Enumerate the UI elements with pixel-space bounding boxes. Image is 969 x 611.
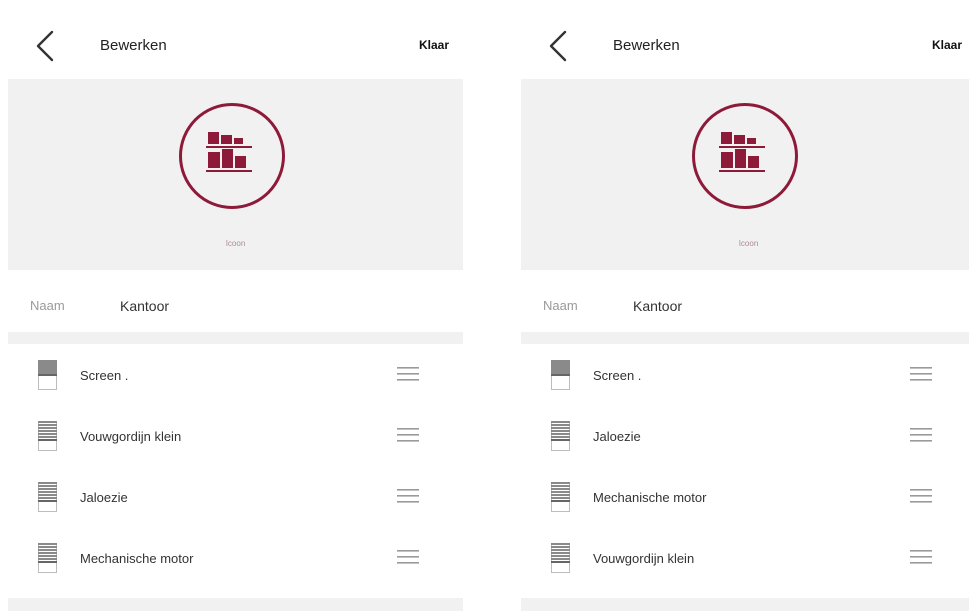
list-item-label: Jaloezie: [593, 429, 641, 444]
divider: [8, 332, 463, 344]
edit-room-panel: Bewerken Klaar Icoon Naam Kantoor Screen . Vou…: [8, 0, 463, 611]
drag-handle-icon[interactable]: [910, 366, 932, 382]
drag-handle-icon[interactable]: [910, 488, 932, 504]
drag-handle-icon[interactable]: [910, 549, 932, 565]
name-field[interactable]: Kantoor: [633, 298, 682, 314]
list-item-label: Screen .: [80, 368, 129, 383]
shelves-icon: [719, 132, 765, 172]
device-list: Screen . Vouwgordijn klein Jaloezie Mechani…: [8, 344, 463, 588]
list-item-label: Vouwgordijn klein: [80, 429, 182, 444]
bottom-strip: [521, 598, 969, 611]
page-title: Bewerken: [100, 37, 167, 54]
list-item-label: Jaloezie: [80, 490, 128, 505]
blind-shade-icon: [551, 421, 570, 451]
blind-shade-icon: [551, 543, 570, 573]
chevron-left-icon: [549, 30, 567, 62]
icon-caption: Icoon: [225, 239, 246, 248]
name-label: Naam: [543, 298, 578, 313]
header: Bewerken Klaar: [521, 0, 969, 78]
list-item[interactable]: Jaloezie: [8, 466, 463, 527]
room-icon-button[interactable]: [692, 103, 798, 209]
list-item-label: Mechanische motor: [593, 490, 707, 505]
list-item[interactable]: Mechanische motor: [521, 466, 969, 527]
list-item[interactable]: Screen .: [521, 344, 969, 405]
name-row: Naam Kantoor: [521, 270, 969, 332]
list-item[interactable]: Screen .: [8, 344, 463, 405]
back-button[interactable]: [543, 26, 573, 66]
blind-shade-icon: [38, 543, 57, 573]
done-button[interactable]: Klaar: [932, 38, 962, 52]
room-icon-button[interactable]: [179, 103, 285, 209]
header: Bewerken Klaar: [8, 0, 463, 78]
name-row: Naam Kantoor: [8, 270, 463, 332]
name-label: Naam: [30, 298, 65, 313]
icon-section: Icoon: [521, 79, 969, 270]
done-button[interactable]: Klaar: [419, 38, 449, 52]
screen-shade-icon: [38, 360, 57, 390]
page-title: Bewerken: [613, 37, 680, 54]
drag-handle-icon[interactable]: [910, 427, 932, 443]
shelves-icon: [206, 132, 252, 172]
list-item[interactable]: Vouwgordijn klein: [8, 405, 463, 466]
chevron-left-icon: [36, 30, 54, 62]
drag-handle-icon[interactable]: [397, 549, 419, 565]
icon-section: Icoon: [8, 79, 463, 270]
list-item-label: Screen .: [593, 368, 642, 383]
icon-caption: Icoon: [738, 239, 759, 248]
list-item-label: Vouwgordijn klein: [593, 551, 695, 566]
blind-shade-icon: [551, 482, 570, 512]
name-field[interactable]: Kantoor: [120, 298, 169, 314]
drag-handle-icon[interactable]: [397, 427, 419, 443]
list-item-label: Mechanische motor: [80, 551, 194, 566]
back-button[interactable]: [30, 26, 60, 66]
drag-handle-icon[interactable]: [397, 366, 419, 382]
drag-handle-icon[interactable]: [397, 488, 419, 504]
blind-shade-icon: [38, 482, 57, 512]
list-item[interactable]: Jaloezie: [521, 405, 969, 466]
list-item[interactable]: Mechanische motor: [8, 527, 463, 588]
device-list: Screen . Jaloezie Mechanische motor Vouwgor…: [521, 344, 969, 588]
bottom-strip: [8, 598, 463, 611]
list-item[interactable]: Vouwgordijn klein: [521, 527, 969, 588]
screen-shade-icon: [551, 360, 570, 390]
blind-shade-icon: [38, 421, 57, 451]
edit-room-panel: Bewerken Klaar Icoon Naam Kantoor Screen . Jal…: [521, 0, 969, 611]
divider: [521, 332, 969, 344]
